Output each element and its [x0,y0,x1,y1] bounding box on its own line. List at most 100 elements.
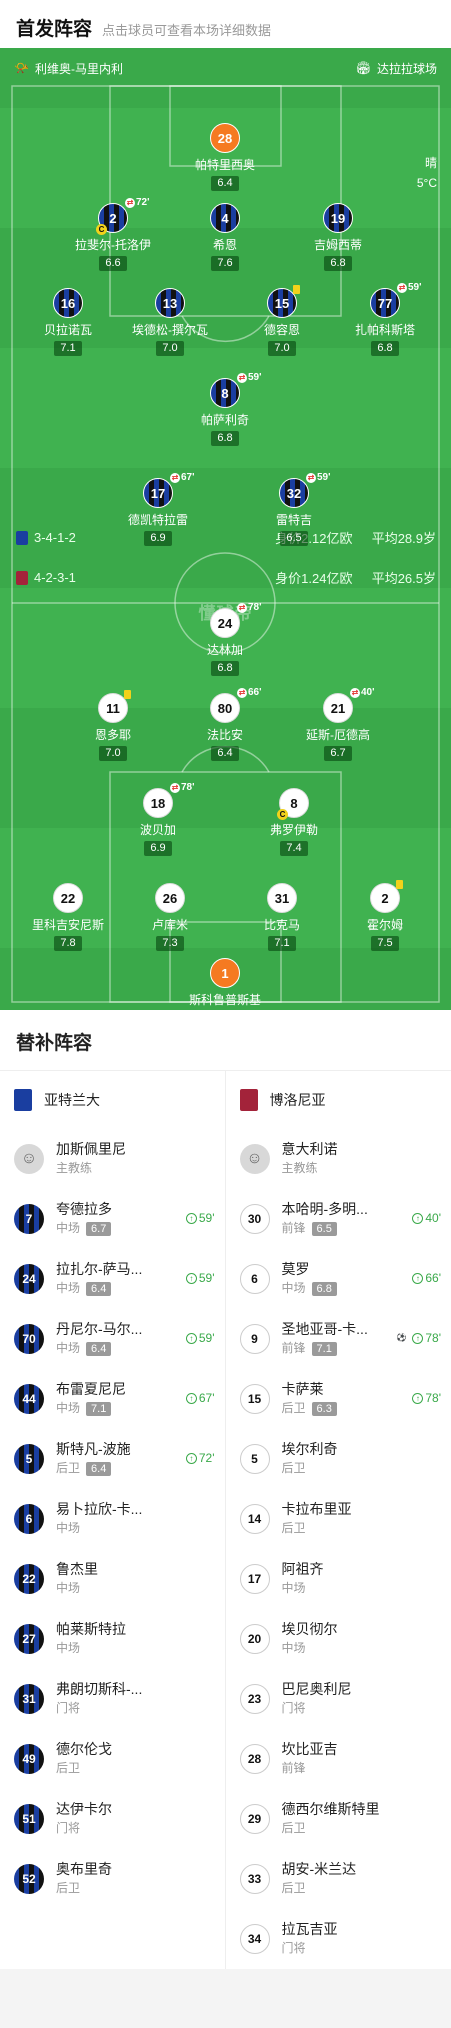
player-away-6[interactable]: 22里科吉安尼斯7.8 [23,883,113,951]
home-team-header[interactable]: 亚特兰大 [0,1071,225,1129]
sub-info: 德尔伦戈后卫 [56,1740,112,1778]
player-home-9[interactable]: 17⇄67'德凯特拉雷6.9 [113,478,203,546]
sub-number-badge: 49 [14,1744,44,1774]
sub-row-away-1[interactable]: 30本哈明-多明...前锋6.5↑40' [226,1189,451,1249]
player-home-0[interactable]: 28帕特里西奥6.4 [180,123,270,191]
sub-on-minute: ↑72' [186,1451,215,1465]
sub-off-minute: ⇄59' [397,282,422,293]
player-rating: 7.1 [54,341,81,356]
player-away-0[interactable]: 24⇄78'达林加6.8 [180,608,270,676]
position-label: 门将 [56,1699,80,1718]
sub-info: 胡安-米兰达后卫 [282,1860,357,1898]
sub-row-away-2[interactable]: 6莫罗中场6.8↑66' [226,1249,451,1309]
sub-name: 巴尼奥利尼 [282,1680,352,1699]
sub-row-away-8[interactable]: 20埃贝彻尔中场 [226,1609,451,1669]
player-away-7[interactable]: 26卢库米7.3 [125,883,215,951]
shirt-number-badge: 18⇄78' [143,788,173,818]
bologna-crest-icon [16,571,28,585]
player-rating: 7.1 [268,936,295,951]
player-rating: 6.8 [324,256,351,271]
sub-info: 鲁杰里中场 [56,1560,98,1598]
position-label: 后卫 [282,1459,306,1478]
sub-row-home-5[interactable]: 5斯特凡-波施后卫6.4↑72' [0,1429,225,1489]
player-home-5[interactable]: 13埃德松-撰尔瓦7.0 [125,288,215,356]
sub-row-home-4[interactable]: 44布雷夏尼尼中场7.1↑67' [0,1369,225,1429]
sub-position: 后卫6.3 [282,1399,337,1418]
sub-row-away-10[interactable]: 28坎比亚吉前锋 [226,1729,451,1789]
player-away-3[interactable]: 21⇄40'延斯-厄德高6.7 [293,693,383,761]
sub-info: 卡萨莱后卫6.3 [282,1380,337,1418]
sub-row-home-6[interactable]: 6易卜拉欣-卡...中场 [0,1489,225,1549]
sub-row-home-2[interactable]: 24拉扎尔-萨马...中场6.4↑59' [0,1249,225,1309]
sub-row-home-10[interactable]: 49 德尔伦戈后卫 [0,1729,225,1789]
sub-row-home-0[interactable]: ☺加斯佩里尼主教练 [0,1129,225,1189]
substitution-icon: ⇄ [350,688,360,698]
sub-row-away-11[interactable]: 29德西尔维斯特里后卫 [226,1789,451,1849]
sub-position: 前锋 [282,1759,338,1778]
player-home-4[interactable]: 16贝拉诺瓦7.1 [23,288,113,356]
player-home-6[interactable]: 15德容恩7.0 [237,288,327,356]
player-away-5[interactable]: 8C弗罗伊勒7.4 [249,788,339,856]
player-rating: 6.4 [211,176,238,191]
sub-on-time: 59' [199,1331,215,1345]
sub-position: 中场 [282,1639,338,1658]
sub-row-home-3[interactable]: 70丹尼尔-马尔...中场6.4↑59' [0,1309,225,1369]
player-home-10[interactable]: 32⇄59'雷特吉6.5 [249,478,339,546]
sub-name: 本哈明-多明... [282,1200,368,1219]
sub-row-away-9[interactable]: 23巴尼奥利尼门将 [226,1669,451,1729]
sub-row-home-9[interactable]: 31弗朗切斯科-...门将 [0,1669,225,1729]
player-away-4[interactable]: 18⇄78'波贝加6.9 [113,788,203,856]
player-away-8[interactable]: 31比克马7.1 [237,883,327,951]
sub-number-badge: 7 [14,1204,44,1234]
shirt-number: 19 [331,211,345,226]
player-home-8[interactable]: 8⇄59'帕萨利奇6.8 [180,378,270,446]
player-away-9[interactable]: 2霍尔姆7.5 [340,883,430,951]
position-label: 后卫 [282,1399,306,1418]
sub-info: 拉瓦吉亚门将 [282,1920,338,1958]
away-team-header[interactable]: 博洛尼亚 [226,1071,451,1129]
sub-number-badge: 34 [240,1924,270,1954]
shirt-number: 2 [109,211,116,226]
shirt-number-badge: 8C [279,788,309,818]
player-away-1[interactable]: 11恩多耶7.0 [68,693,158,761]
sub-row-home-12[interactable]: 52奥布里奇后卫 [0,1849,225,1909]
sub-row-home-7[interactable]: 22鲁杰里中场 [0,1549,225,1609]
sub-position: 门将 [282,1939,338,1958]
sub-row-home-1[interactable]: 7夸德拉多中场6.7↑59' [0,1189,225,1249]
sub-row-away-6[interactable]: 14卡拉布里亚后卫 [226,1489,451,1549]
sub-row-away-3[interactable]: 9圣地亚哥-卡...前锋7.1⚽↑78' [226,1309,451,1369]
player-home-1[interactable]: 2C⇄72'拉斐尔-托洛伊6.6 [68,203,158,271]
sub-rating: 6.7 [86,1222,111,1236]
sub-name: 帕莱斯特拉 [56,1620,126,1639]
sub-minute: 78' [181,782,195,793]
sub-row-away-5[interactable]: 5埃尔利奇后卫 [226,1429,451,1489]
player-home-3[interactable]: 19吉姆西蒂6.8 [293,203,383,271]
sub-name: 莫罗 [282,1260,337,1279]
player-name: 帕特里西奥 [180,156,270,173]
sub-on-time: 72' [199,1451,215,1465]
goal-icon: ⚽ [396,1333,407,1344]
weather-text: 晴 [417,153,437,173]
sub-info: 布雷夏尼尼中场7.1 [56,1380,126,1418]
substitution-icon: ⇄ [237,603,247,613]
sub-row-away-0[interactable]: ☺意大利诺主教练 [226,1129,451,1189]
player-name: 帕萨利奇 [180,411,270,428]
sub-row-away-4[interactable]: 15卡萨莱后卫6.3↑78' [226,1369,451,1429]
player-name: 斯科鲁普斯基 [180,991,270,1008]
sub-number-badge: 14 [240,1504,270,1534]
sub-row-away-7[interactable]: 17阿祖齐中场 [226,1549,451,1609]
sub-row-home-8[interactable]: 27帕莱斯特拉中场 [0,1609,225,1669]
player-away-2[interactable]: 80⇄66'法比安6.4 [180,693,270,761]
player-home-2[interactable]: 4希恩7.6 [180,203,270,271]
sub-row-away-13[interactable]: 34 拉瓦吉亚门将 [226,1909,451,1969]
coach-avatar: ☺ [240,1144,270,1174]
player-home-7[interactable]: 77⇄59'扎帕科斯塔6.8 [340,288,430,356]
player-away-10[interactable]: 1斯科鲁普斯基⭐ 8.6 [180,958,270,1010]
player-name: 霍尔姆 [340,916,430,933]
shirt-number: 16 [61,296,75,311]
away-subs: 博洛尼亚 ☺意大利诺主教练30本哈明-多明...前锋6.5↑40'6莫罗中场6.… [226,1071,451,1969]
sub-row-home-11[interactable]: 51达伊卡尔门将 [0,1789,225,1849]
sub-info: 圣地亚哥-卡...前锋7.1 [282,1320,368,1358]
sub-row-away-12[interactable]: 33胡安-米兰达后卫 [226,1849,451,1909]
sub-name: 奥布里奇 [56,1860,112,1879]
